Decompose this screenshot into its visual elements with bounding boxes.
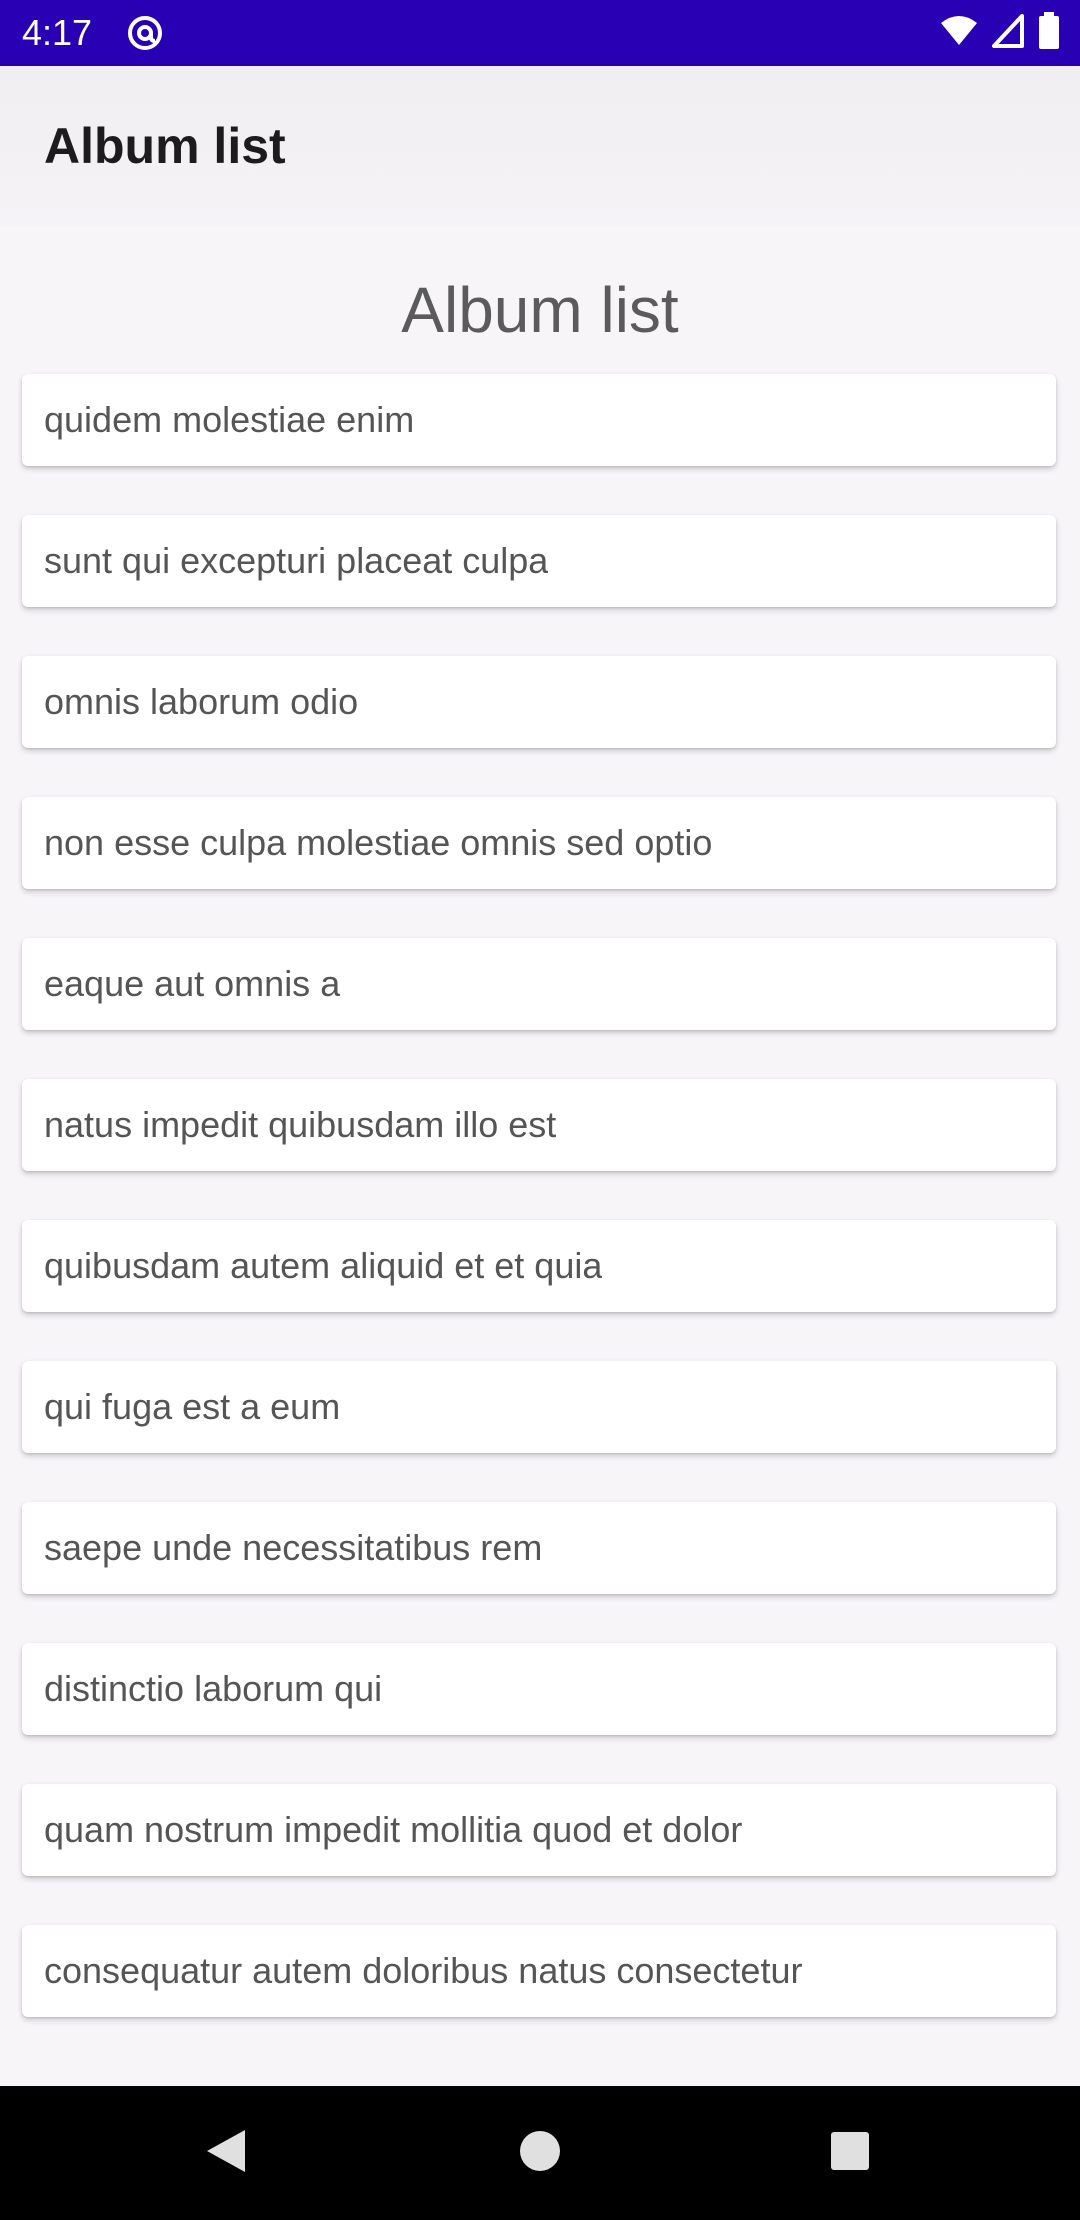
album-title: quibusdam autem aliquid et et quia xyxy=(44,1245,603,1286)
back-icon xyxy=(205,2128,247,2179)
list-item[interactable]: eaque aut omnis a xyxy=(22,938,1056,1030)
signal-icon xyxy=(992,13,1024,53)
list-item[interactable]: sunt qui excepturi placeat culpa xyxy=(22,515,1056,607)
list-item[interactable]: quidem molestiae enim xyxy=(22,374,1056,466)
album-title: consequatur autem doloribus natus consec… xyxy=(44,1950,803,1991)
list-item[interactable]: quibusdam autem aliquid et et quia xyxy=(22,1220,1056,1312)
album-title: saepe unde necessitatibus rem xyxy=(44,1527,543,1568)
album-list: quidem molestiae enim sunt qui excepturi… xyxy=(22,374,1056,2066)
album-title: qui fuga est a eum xyxy=(44,1386,341,1427)
list-item[interactable]: omnis laborum odio xyxy=(22,656,1056,748)
list-item[interactable]: consequatur autem doloribus natus consec… xyxy=(22,1925,1056,2017)
recents-button[interactable] xyxy=(783,2086,917,2220)
status-icons xyxy=(940,11,1060,55)
at-sign-icon xyxy=(126,14,164,52)
list-item[interactable]: saepe unde necessitatibus rem xyxy=(22,1502,1056,1594)
album-title: non esse culpa molestiae omnis sed optio xyxy=(44,822,713,863)
app-bar-title: Album list xyxy=(44,118,286,174)
list-item[interactable]: qui fuga est a eum xyxy=(22,1361,1056,1453)
list-item[interactable]: non esse culpa molestiae omnis sed optio xyxy=(22,797,1056,889)
app-bar: Album list xyxy=(0,66,1080,226)
album-title: quam nostrum impedit mollitia quod et do… xyxy=(44,1809,743,1850)
back-button[interactable] xyxy=(159,2086,293,2220)
album-title: sunt qui excepturi placeat culpa xyxy=(44,540,549,581)
list-item[interactable]: quam nostrum impedit mollitia quod et do… xyxy=(22,1784,1056,1876)
album-title: distinctio laborum qui xyxy=(44,1668,383,1709)
album-title: quidem molestiae enim xyxy=(44,399,415,440)
home-button[interactable] xyxy=(473,2086,607,2220)
album-title: natus impedit quibusdam illo est xyxy=(44,1104,557,1145)
home-icon xyxy=(519,2130,561,2177)
navigation-bar xyxy=(0,2086,1080,2220)
status-time: 4:17 xyxy=(22,12,93,53)
wifi-icon xyxy=(940,15,978,52)
list-item[interactable]: distinctio laborum qui xyxy=(22,1643,1056,1735)
album-title: omnis laborum odio xyxy=(44,681,359,722)
list-item[interactable]: natus impedit quibusdam illo est xyxy=(22,1079,1056,1171)
battery-icon xyxy=(1038,11,1060,55)
recents-icon xyxy=(830,2131,870,2176)
main-content: Album list quidem molestiae enim sunt qu… xyxy=(0,226,1080,2086)
page-title: Album list xyxy=(401,274,679,346)
album-title: eaque aut omnis a xyxy=(44,963,341,1004)
status-bar: 4:17 xyxy=(0,0,1080,66)
